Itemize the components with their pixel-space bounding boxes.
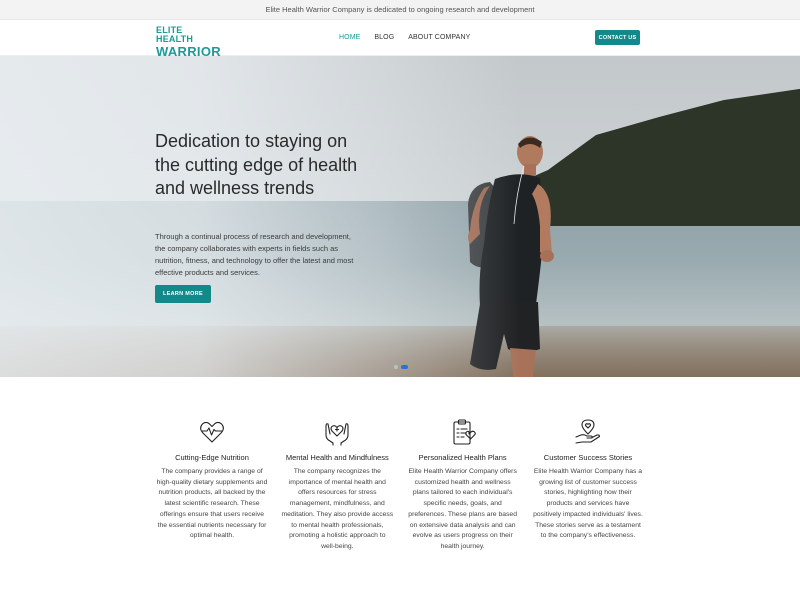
feature-description: The company provides a range of high-qua… (156, 468, 268, 540)
feature-card: Cutting-Edge Nutrition The company provi… (150, 418, 274, 568)
feature-description: Elite Health Warrior Company has a growi… (533, 468, 643, 540)
hero-title: Dedication to staying on the cutting edg… (155, 131, 358, 198)
site-logo[interactable]: ELITE HEALTH WARRIOR (156, 25, 221, 59)
feature-card: Personalized Health Plans Elite Health W… (401, 418, 525, 568)
main-nav: HOME BLOG ABOUT COMPANY (339, 34, 484, 41)
feature-description: Elite Health Warrior Company offers cust… (408, 468, 517, 550)
site-header: ELITE HEALTH WARRIOR HOME BLOG ABOUT COM… (0, 20, 800, 59)
feature-card: Customer Success Stories Elite Health Wa… (526, 418, 650, 568)
logo-line-1: ELITE HEALTH (156, 25, 194, 44)
hero-description: Through a continual process of research … (155, 232, 354, 277)
nav-home[interactable]: HOME (339, 34, 360, 41)
feature-description: The company recognizes the importance of… (281, 468, 394, 550)
contact-us-button[interactable]: CONTACT US (595, 30, 640, 45)
heart-pulse-icon (200, 421, 224, 443)
feature-title: Customer Success Stories (543, 453, 633, 462)
feature-title: Personalized Health Plans (418, 453, 507, 462)
hand-heart-location-icon (575, 419, 601, 444)
hero-overlay (0, 56, 800, 377)
slider-dot-1[interactable] (394, 365, 398, 369)
slider-dot-2[interactable] (401, 365, 408, 369)
features-section: Cutting-Edge Nutrition The company provi… (150, 418, 650, 568)
nav-blog[interactable]: BLOG (374, 34, 394, 41)
feature-title: Cutting-Edge Nutrition (175, 453, 249, 462)
hands-heart-icon (325, 423, 349, 446)
slider-dots (394, 365, 408, 369)
feature-card: Mental Health and Mindfulness The compan… (275, 418, 399, 568)
announcement-bar: Elite Health Warrior Company is dedicate… (0, 0, 800, 20)
feature-title: Mental Health and Mindfulness (285, 453, 389, 462)
announcement-text: Elite Health Warrior Company is dedicate… (265, 5, 535, 14)
learn-more-button[interactable]: LEARN MORE (155, 285, 211, 303)
clipboard-health-icon (453, 419, 476, 445)
hero-section: Dedication to staying on the cutting edg… (0, 56, 800, 377)
nav-about-company[interactable]: ABOUT COMPANY (408, 34, 470, 41)
